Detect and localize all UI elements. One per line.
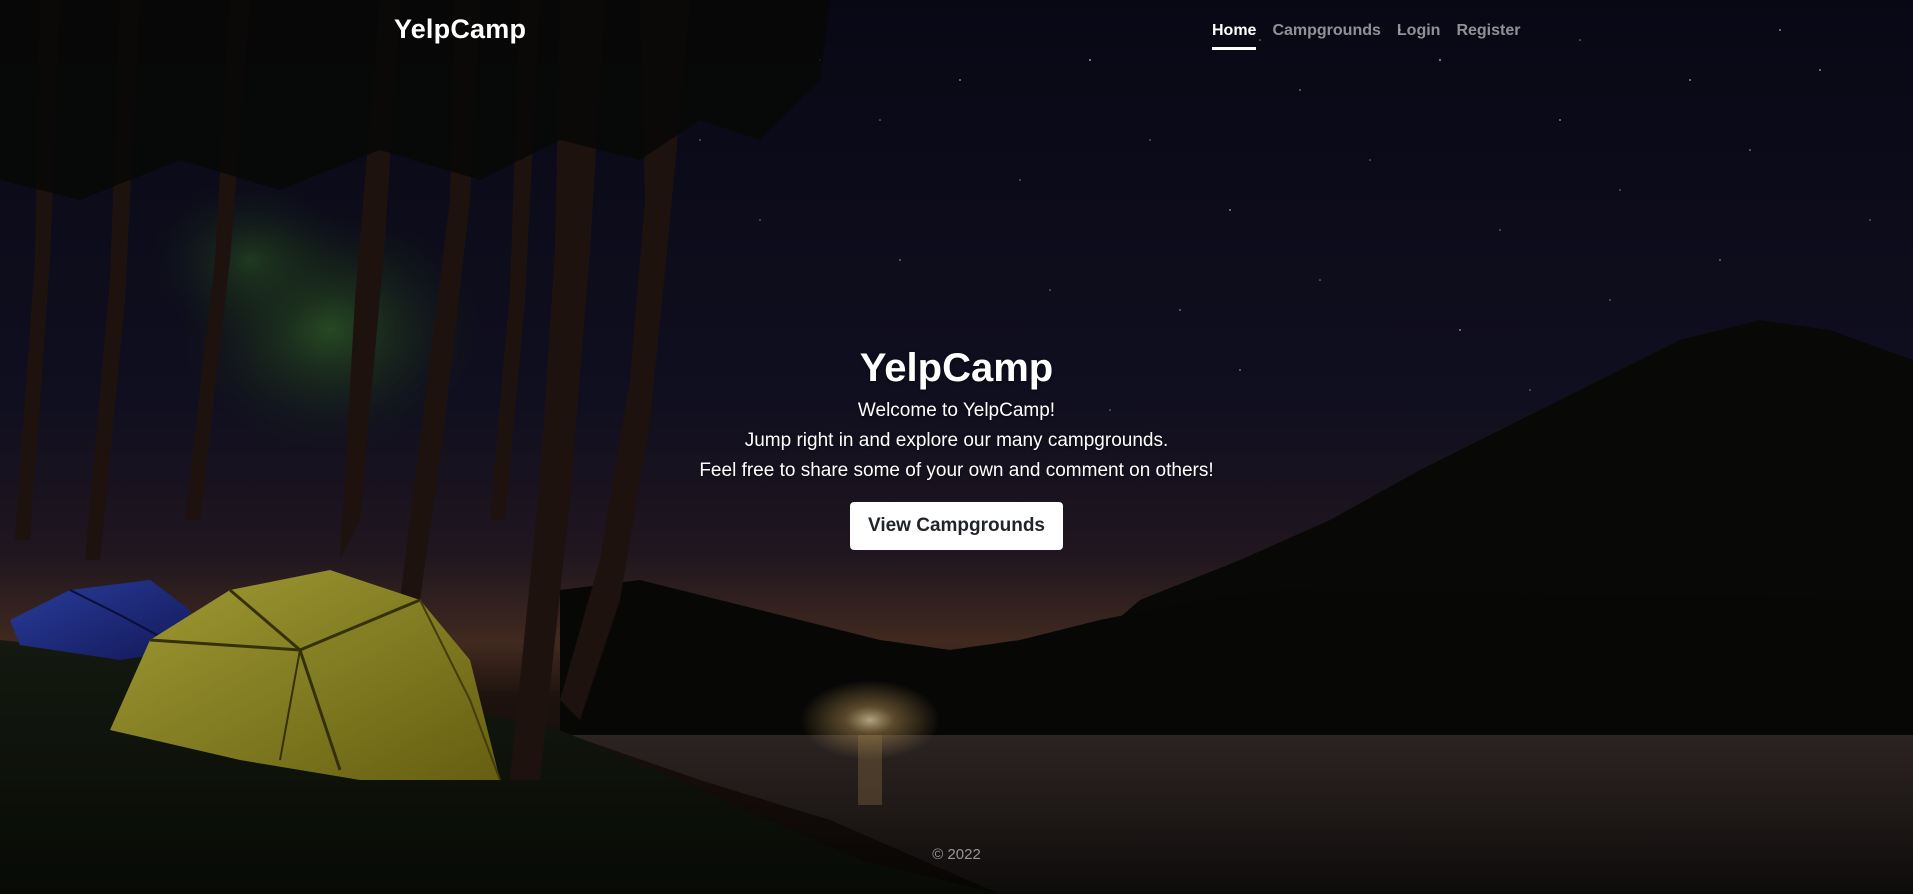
view-campgrounds-button[interactable]: View Campgrounds bbox=[849, 502, 1063, 550]
nav-link-login[interactable]: Login bbox=[1397, 20, 1441, 50]
nav-link-home[interactable]: Home bbox=[1212, 20, 1257, 50]
brand-logo-link[interactable]: YelpCamp bbox=[394, 14, 526, 45]
nav-link-register[interactable]: Register bbox=[1456, 20, 1520, 50]
hero-explore-text: Jump right in and explore our many campg… bbox=[744, 430, 1169, 451]
copyright-text: © 2022 bbox=[932, 846, 981, 863]
nav-link-campgrounds[interactable]: Campgrounds bbox=[1272, 20, 1380, 50]
hero-welcome-text: Welcome to YelpCamp! bbox=[857, 400, 1056, 421]
main-nav: Home Campgrounds Login Register bbox=[1212, 20, 1536, 50]
site-footer: © 2022 bbox=[0, 846, 1913, 863]
hero-share-text: Feel free to share some of your own and … bbox=[699, 460, 1214, 481]
site-header: YelpCamp Home Campgrounds Login Register bbox=[0, 0, 1913, 62]
hero-title: YelpCamp bbox=[859, 346, 1054, 390]
hero-section: YelpCamp Welcome to YelpCamp! Jump right… bbox=[0, 340, 1913, 550]
landing-page: YelpCamp Home Campgrounds Login Register… bbox=[0, 0, 1913, 894]
